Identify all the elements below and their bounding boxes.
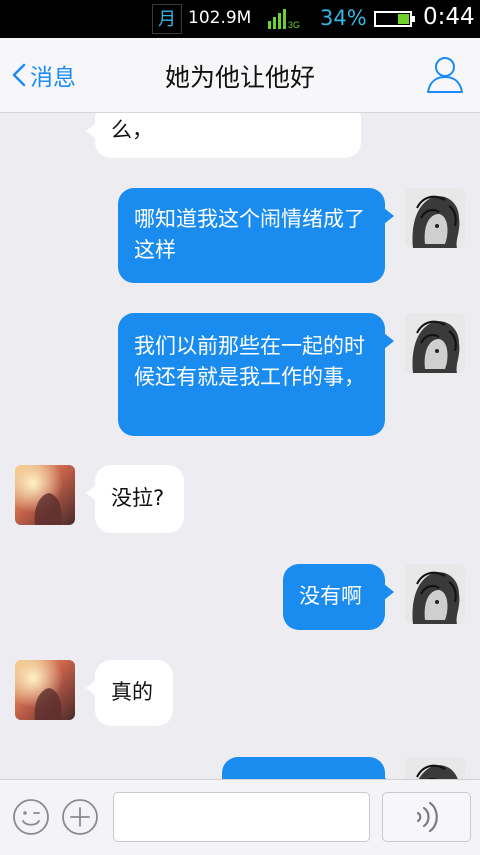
network-speed: 102.9M <box>188 8 252 28</box>
input-bar <box>0 779 480 855</box>
plus-icon[interactable] <box>61 798 99 836</box>
emoji-icon[interactable] <box>12 798 50 836</box>
message-incoming[interactable]: 真的 <box>86 660 173 726</box>
avatar-me-image <box>405 757 465 779</box>
chat-title: 她为他让他好 <box>164 63 315 92</box>
message-incoming[interactable]: 没拉? <box>86 465 184 533</box>
avatar-me-image <box>405 564 465 624</box>
message-input[interactable] <box>113 792 370 842</box>
avatar-me[interactable] <box>405 313 465 373</box>
avatar-her[interactable] <box>15 660 75 720</box>
signal-icon: 3G <box>268 9 300 29</box>
message-incoming[interactable]: 么， <box>86 113 361 158</box>
avatar-me-image <box>405 188 465 248</box>
avatar-me[interactable] <box>405 564 465 624</box>
message-outgoing[interactable]: 我们以前那些在一起的时候还有就是我工作的事， <box>118 313 394 436</box>
moon-icon: 月 <box>152 4 182 34</box>
avatar-me[interactable] <box>405 188 465 248</box>
nav-bar: 消息 她为他让他好 <box>0 38 480 113</box>
voice-icon <box>416 801 438 833</box>
battery-fill <box>398 14 409 24</box>
avatar-me[interactable] <box>405 757 465 779</box>
message-outgoing[interactable]: 没有啊 <box>283 564 394 630</box>
message-text: 我们以前那些在一起的时候还有就是我工作的事， <box>134 334 365 389</box>
message-outgoing[interactable] <box>222 757 394 779</box>
person-icon[interactable] <box>426 54 464 94</box>
message-text: 哪知道我这个闹情绪成了这样 <box>134 207 365 262</box>
status-bar: 月 102.9M 3G 34% 0:44 <box>0 0 480 38</box>
message-text: 没有啊 <box>299 584 362 608</box>
message-text: 真的 <box>111 680 153 704</box>
avatar-her-image <box>15 660 75 720</box>
message-text: 没拉? <box>111 486 165 510</box>
message-outgoing[interactable]: 哪知道我这个闹情绪成了这样 <box>118 188 394 283</box>
network-type-label: 3G <box>288 20 300 29</box>
chat-area[interactable]: 么， 哪知道我这个闹情绪成了这样 我们以前那些在一起的时候还有就是我工作的事， <box>0 113 480 779</box>
message-text: 么， <box>111 118 153 142</box>
voice-button[interactable] <box>382 792 471 842</box>
avatar-her[interactable] <box>15 465 75 525</box>
clock: 0:44 <box>423 4 475 30</box>
battery-icon <box>374 11 415 27</box>
avatar-her-image <box>15 465 75 525</box>
battery-percent: 34% <box>320 6 367 30</box>
avatar-me-image <box>405 313 465 373</box>
